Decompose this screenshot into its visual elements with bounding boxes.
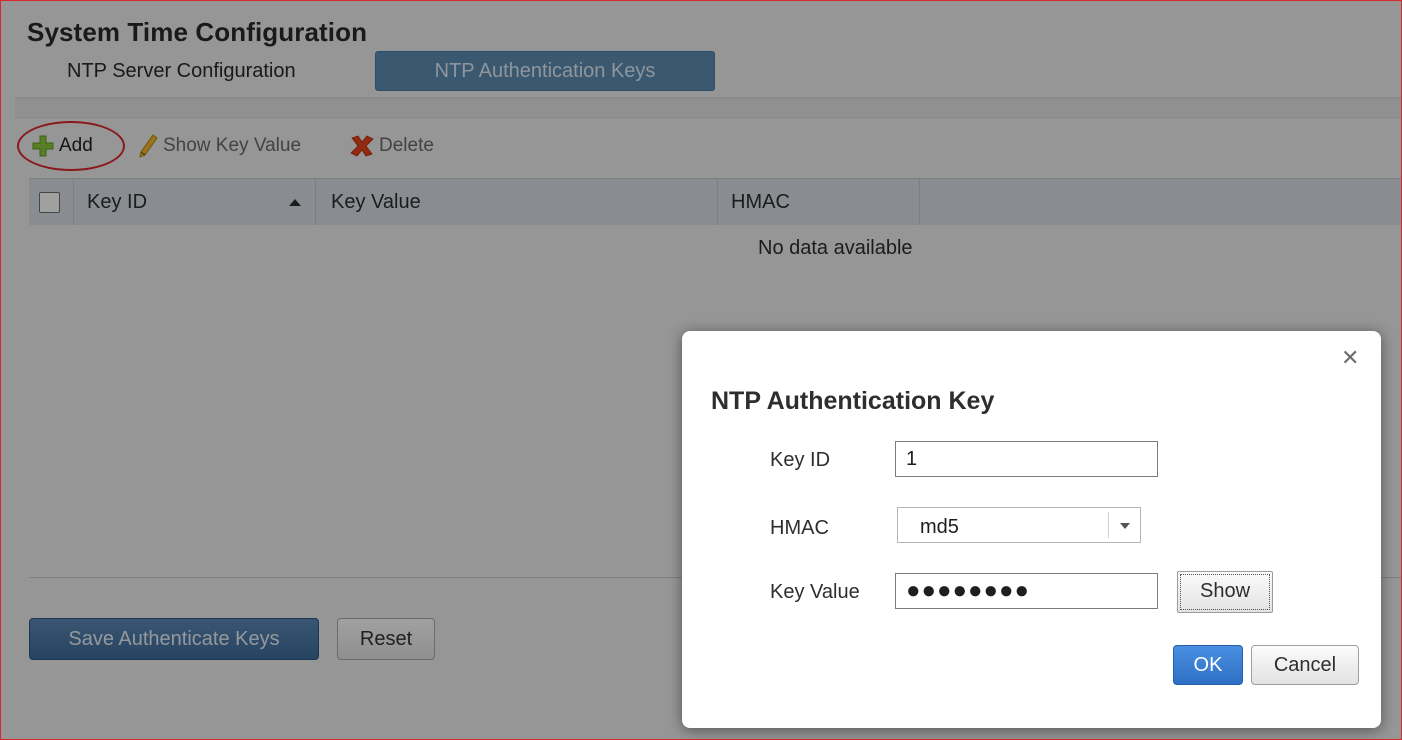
cancel-button[interactable]: Cancel: [1251, 645, 1359, 685]
select-divider: [1108, 512, 1109, 538]
key-id-input[interactable]: 1: [895, 441, 1158, 477]
close-icon[interactable]: ✕: [1341, 345, 1359, 371]
hmac-selected-value: md5: [920, 516, 959, 538]
chevron-down-icon: [1120, 523, 1130, 529]
hmac-label: HMAC: [770, 517, 829, 539]
key-id-label: Key ID: [770, 449, 831, 471]
show-key-button[interactable]: Show: [1177, 571, 1273, 613]
ok-button[interactable]: OK: [1173, 645, 1243, 685]
system-time-configuration-page: System Time Configuration NTP Server Con…: [0, 0, 1402, 740]
ntp-authentication-key-dialog: ✕ NTP Authentication Key Key ID 1 HMAC m…: [682, 331, 1381, 728]
hmac-select[interactable]: md5: [897, 507, 1141, 543]
key-value-password-input[interactable]: ●●●●●●●●: [895, 573, 1158, 609]
key-value-label: Key Value: [770, 581, 860, 603]
dialog-title: NTP Authentication Key: [711, 387, 995, 415]
